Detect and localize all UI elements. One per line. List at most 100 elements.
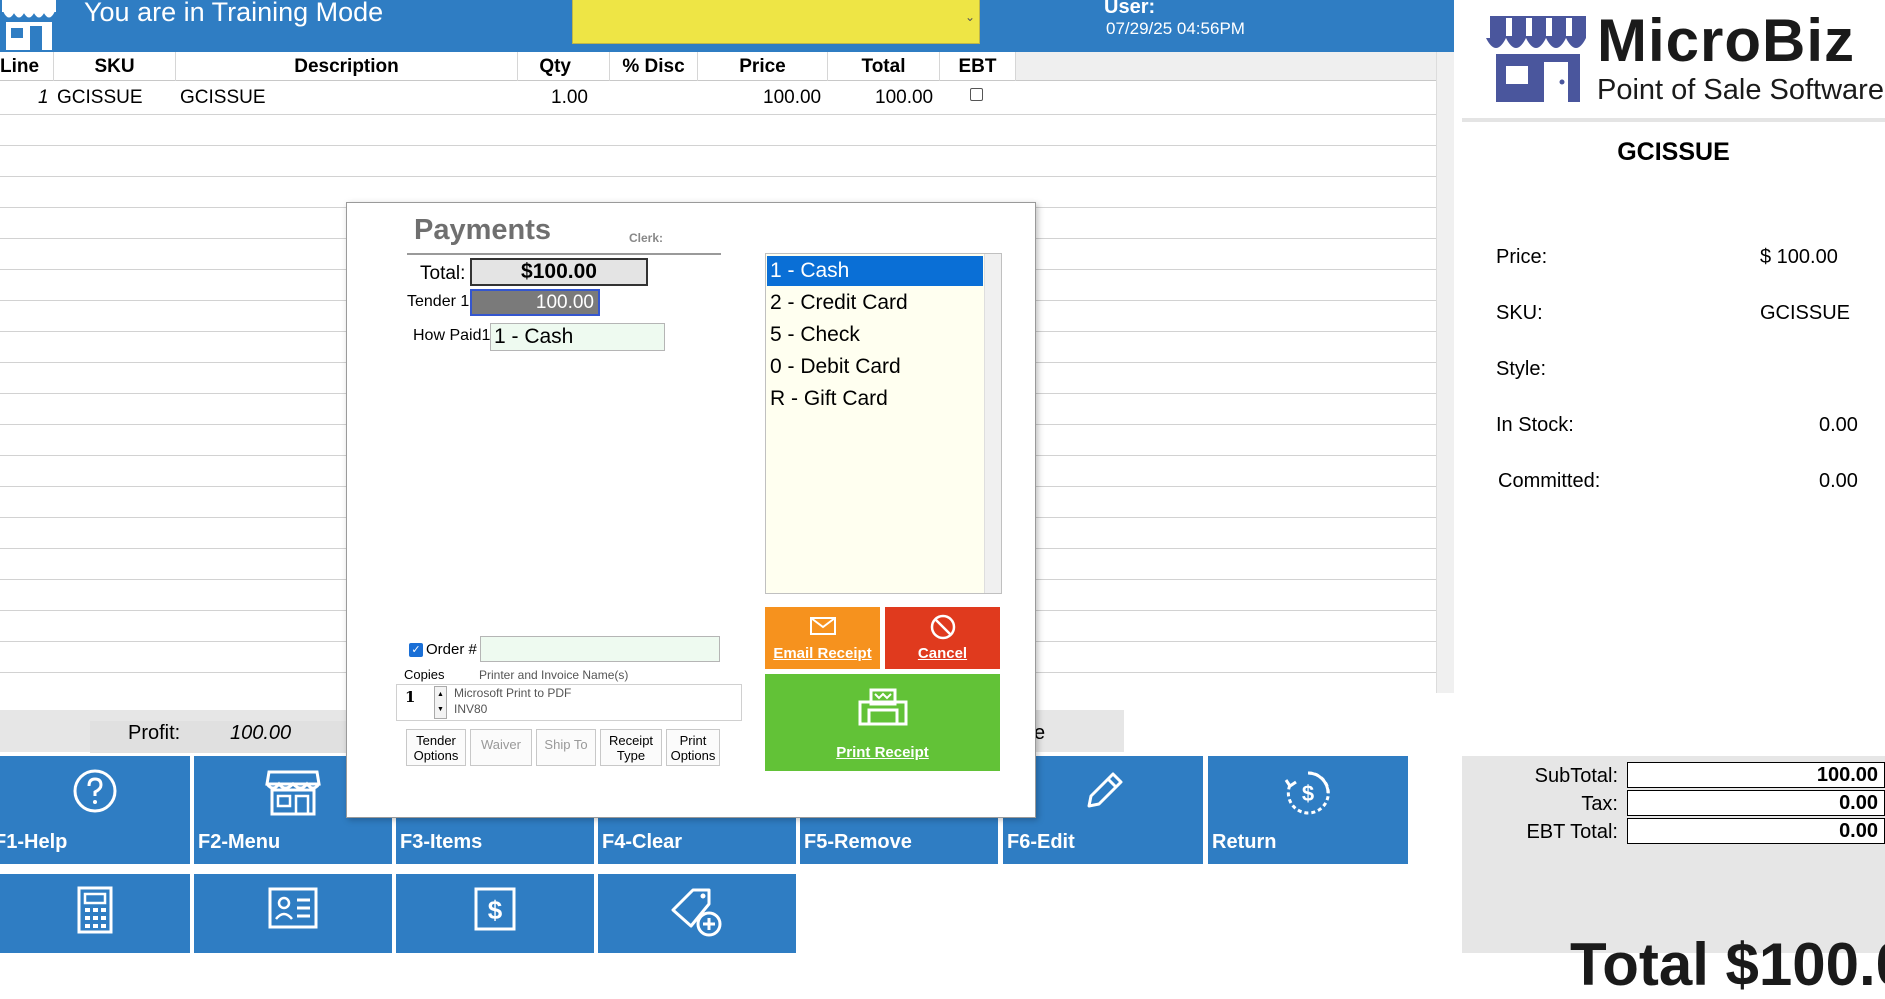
copies-stepper[interactable]: ▲ ▼ [434,686,447,719]
subtotal-label: SubTotal: [1534,765,1618,787]
column-header-total[interactable]: Total [828,52,940,81]
ebt-total-label: EBT Total: [1526,821,1618,843]
column-header-ebt[interactable]: EBT [940,52,1016,81]
price-label: Price: [1496,246,1548,268]
payment-button[interactable]: $ [396,874,594,953]
column-header-disc[interactable]: % Disc [610,52,698,81]
column-header-description[interactable]: Description [176,52,518,81]
column-header-line[interactable]: Line [0,52,54,81]
f3-items-label: F3-Items [400,831,483,853]
dollar-doc-icon: $ [474,887,516,931]
committed-label: Committed: [1498,470,1601,492]
printer-label: Printer and Invoice Name(s) [479,668,629,682]
order-label: Order # [426,641,477,658]
profit-label: Profit: [128,722,181,744]
total-label: Total: [420,263,466,284]
cancel-label: Cancel [917,645,968,662]
how-paid-label: How Paid1: [413,327,495,344]
payment-method-cash[interactable]: 1 - Cash [767,256,983,286]
invoice-name: INV80 [454,702,488,716]
f2-menu-label: F2-Menu [198,831,281,853]
calculator-button[interactable] [0,874,190,953]
ebt-total-value: 0.00 [1627,818,1885,844]
return-button[interactable]: $ Return [1208,756,1408,864]
store-icon [265,770,321,816]
envelope-icon [810,617,836,635]
print-receipt-label: Print Receipt [836,744,929,761]
payment-method-debit-card[interactable]: 0 - Debit Card [767,352,983,382]
in-stock-value: 0.00 [1819,414,1858,436]
payment-method-credit-card[interactable]: 2 - Credit Card [767,288,983,318]
logo-title: MicroBiz [1597,7,1856,74]
copies-label: Copies [404,667,445,682]
calculator-icon [77,886,113,934]
tax-value: 0.00 [1627,790,1885,816]
clerk-label: Clerk: [629,231,664,245]
column-header-qty[interactable]: Qty [518,52,610,81]
grand-total: Total $100.00 [1570,931,1885,998]
f1-help-button[interactable]: F1-Help [0,756,190,864]
tender-label: Tender 1: [407,293,474,310]
discount-tag-button[interactable] [598,874,796,953]
cancel-icon [930,614,956,640]
f5-remove-label: F5-Remove [804,831,912,853]
tender-options-button[interactable]: Tender Options [406,729,466,766]
email-receipt-button[interactable]: Email Receipt [765,607,880,669]
return-label: Return [1212,831,1277,853]
order-number-input[interactable] [480,636,720,662]
cell-line: 1 [38,87,49,108]
email-receipt-label: Email Receipt [773,645,872,662]
help-circle-icon [73,769,117,813]
grid-header-filler [1016,52,1436,81]
how-paid-input[interactable]: 1 - Cash [490,323,665,351]
return-dollar-icon: $ [1284,771,1330,815]
microbiz-logo-icon [1486,16,1586,102]
price-value: $ 100.00 [1760,246,1838,268]
subtotal-value: 100.00 [1627,762,1885,788]
print-options-button[interactable]: Print Options [666,729,720,766]
ebt-checkbox[interactable] [970,88,983,101]
receipt-type-button[interactable]: Receipt Type [600,729,662,766]
cancel-button[interactable]: Cancel [885,607,1000,669]
id-card-icon [268,887,318,929]
waiver-button[interactable]: Waiver [470,729,532,766]
printer-icon [858,688,908,726]
pencil-icon [1087,772,1123,808]
cell-description: GCISSUE [180,87,266,108]
grid-header: Line SKU Description Qty % Disc Price To… [0,52,1016,81]
cell-sku: GCISSUE [57,87,143,108]
total-value: $100.00 [470,258,648,286]
cell-qty: 1.00 [551,87,588,108]
printer-name: Microsoft Print to PDF [454,686,572,700]
tender-input[interactable]: 100.00 [470,289,600,316]
column-header-sku[interactable]: SKU [54,52,176,81]
chevron-down-icon[interactable]: ⌄ [965,10,975,24]
store-icon [0,0,60,50]
logo-subtitle: Point of Sale Software [1597,74,1884,106]
tax-label: Tax: [1581,793,1618,815]
column-header-price[interactable]: Price [698,52,828,81]
payment-method-gift-card[interactable]: R - Gift Card [767,384,983,414]
grid-row-line [0,145,1436,146]
order-checkbox[interactable]: ✓ [409,643,423,657]
f6-edit-label: F6-Edit [1007,831,1075,853]
datetime-text: 07/29/25 04:56PM [1106,19,1245,38]
cell-price: 100.00 [763,87,822,108]
cell-total: 100.00 [875,87,934,108]
user-label: User: [1104,0,1156,18]
notice-dropdown[interactable]: ⌄ [572,0,980,44]
style-label: Style: [1496,358,1547,380]
payment-method-scrollbar[interactable] [984,254,1001,593]
profit-value: 100.00 [230,722,292,744]
print-receipt-button[interactable]: Print Receipt [765,674,1000,771]
sku-value: GCISSUE [1760,302,1851,324]
ship-to-button[interactable]: Ship To [536,729,596,766]
customer-button[interactable] [194,874,392,953]
tag-add-icon [671,888,722,937]
payment-method-check[interactable]: 5 - Check [767,320,983,350]
svg-text:$: $ [1302,781,1314,806]
f4-clear-label: F4-Clear [602,831,683,853]
training-mode-text: You are in Training Mode [84,0,384,27]
grid-scrollbar[interactable] [1436,52,1454,693]
item-title: GCISSUE [1617,138,1730,166]
